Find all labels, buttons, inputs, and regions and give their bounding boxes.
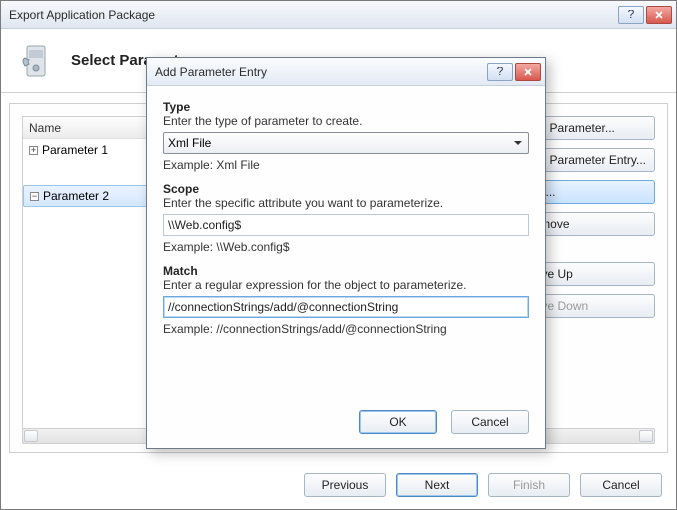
type-value: Xml File xyxy=(168,136,211,150)
ok-button[interactable]: OK xyxy=(359,410,437,434)
next-button[interactable]: Next xyxy=(396,473,478,497)
scope-heading: Scope xyxy=(163,182,529,196)
param-name: Parameter 2 xyxy=(43,189,109,203)
export-package-window: Export Application Package ? Select Para… xyxy=(0,0,677,510)
close-button[interactable] xyxy=(646,6,672,24)
chevron-down-icon xyxy=(512,137,524,149)
scope-example: Example: \\Web.config$ xyxy=(163,240,529,254)
type-combobox[interactable]: Xml File xyxy=(163,132,529,154)
match-example: Example: //connectionStrings/add/@connec… xyxy=(163,322,529,336)
scroll-left-icon[interactable] xyxy=(24,430,38,442)
package-icon xyxy=(15,40,57,82)
help-button[interactable]: ? xyxy=(618,6,644,24)
scope-input[interactable] xyxy=(163,214,529,236)
match-heading: Match xyxy=(163,264,529,278)
modal-close-button[interactable] xyxy=(515,63,541,81)
type-heading: Type xyxy=(163,100,529,114)
param-name: Parameter 1 xyxy=(42,143,108,157)
outer-title: Export Application Package xyxy=(9,8,618,22)
match-description: Enter a regular expression for the objec… xyxy=(163,278,529,292)
outer-titlebar: Export Application Package ? xyxy=(1,1,676,29)
modal-footer: OK Cancel xyxy=(147,402,545,448)
finish-button: Finish xyxy=(488,473,570,497)
scope-description: Enter the specific attribute you want to… xyxy=(163,196,529,210)
svg-text:?: ? xyxy=(628,10,635,20)
modal-titlebar: Add Parameter Entry ? xyxy=(147,58,545,86)
collapse-icon[interactable]: − xyxy=(30,192,39,201)
svg-text:?: ? xyxy=(497,67,504,77)
expand-icon[interactable]: + xyxy=(29,146,38,155)
wizard-footer: Previous Next Finish Cancel xyxy=(304,473,662,497)
modal-body: Type Enter the type of parameter to crea… xyxy=(147,86,545,402)
modal-title: Add Parameter Entry xyxy=(155,65,487,79)
match-input[interactable] xyxy=(163,296,529,318)
type-description: Enter the type of parameter to create. xyxy=(163,114,529,128)
cancel-button[interactable]: Cancel xyxy=(580,473,662,497)
type-example: Example: Xml File xyxy=(163,158,529,172)
previous-button[interactable]: Previous xyxy=(304,473,386,497)
add-parameter-entry-dialog: Add Parameter Entry ? Type Enter the typ… xyxy=(146,57,546,449)
modal-cancel-button[interactable]: Cancel xyxy=(451,410,529,434)
scroll-right-icon[interactable] xyxy=(639,430,653,442)
modal-help-button[interactable]: ? xyxy=(487,63,513,81)
